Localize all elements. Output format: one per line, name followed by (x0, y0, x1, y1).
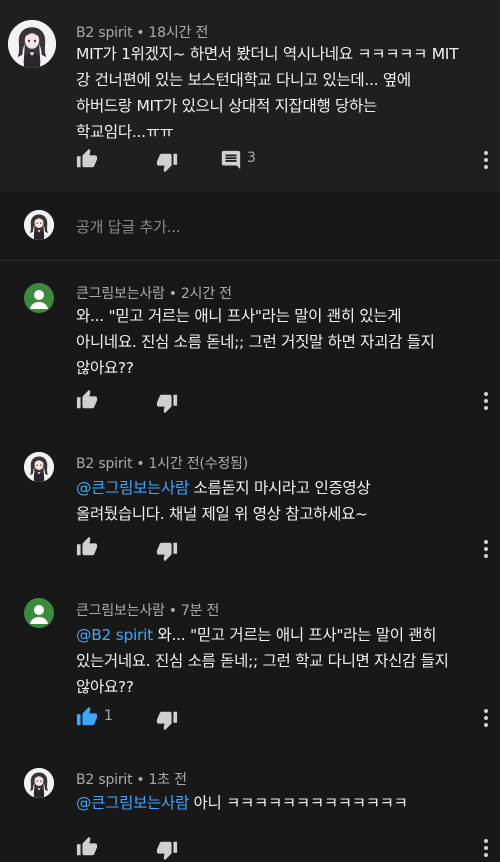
reply-text: @B2 spirit 와... "믿고 거르는 애니 프사"라는 말이 괜히 있… (76, 622, 449, 700)
reply-line: 올려뒀습니다. 채널 제일 위 영상 참고하세요~ (76, 505, 368, 523)
author-name[interactable]: 큰그림보는사람 (76, 603, 165, 619)
comment-text: MIT가 1위겠지~ 하면서 봤더니 역시나네요 ㅋㅋㅋㅋㅋ MIT 강 건너편… (76, 41, 459, 145)
reply-text-rest: 아니 ㅋㅋㅋㅋㅋㅋㅋㅋㅋㅋㅋㅋㅋ (188, 794, 408, 812)
mention-link[interactable]: @B2 spirit (76, 626, 153, 644)
parent-comment: B2 spirit • 18시간 전 MIT가 1위겠지~ 하면서 봤더니 역시나네… (0, 0, 500, 192)
reply-line: @큰그림보는사람 소름돋지 마시라고 인증영상 (76, 475, 371, 501)
avatar-image (24, 768, 54, 798)
separator: • (136, 772, 145, 788)
avatar-image (8, 20, 56, 68)
reply-meta: 큰그림보는사람 • 7분 전 (76, 600, 219, 620)
user-silhouette-icon (30, 605, 48, 624)
author-name[interactable]: 큰그림보는사람 (76, 286, 165, 302)
thumb-up-icon[interactable] (76, 706, 98, 728)
reply-line: @B2 spirit 와... "믿고 거르는 애니 프사"라는 말이 괜히 (76, 622, 449, 648)
reply-text: @큰그림보는사람 아니 ㅋㅋㅋㅋㅋㅋㅋㅋㅋㅋㅋㅋㅋ (76, 790, 408, 816)
thumb-up-icon[interactable] (76, 536, 98, 558)
more-vert-icon[interactable] (484, 709, 488, 727)
comment-icon[interactable] (220, 149, 242, 171)
reply-text: 와... "믿고 거르는 애니 프사"라는 말이 괜히 있는게 아니네요. 진심… (76, 303, 435, 381)
comment-meta: B2 spirit • 18시간 전 (76, 22, 208, 42)
reply-line: 않아요?? (76, 359, 134, 377)
avatar[interactable] (24, 598, 54, 628)
reply-meta: B2 spirit • 1초 전 (76, 769, 187, 789)
timestamp: 1시간 전(수정됨) (148, 456, 248, 472)
thumb-up-icon[interactable] (76, 389, 98, 411)
avatar[interactable] (24, 768, 54, 798)
avatar[interactable] (24, 283, 54, 313)
user-silhouette-icon (30, 290, 48, 309)
avatar (24, 210, 54, 240)
comment-line: 강 건너편에 있는 보스턴대학교 다니고 있는데... 옆에 (76, 71, 411, 89)
mention-link[interactable]: @큰그림보는사람 (76, 794, 189, 812)
avatar[interactable] (24, 452, 54, 482)
timestamp: 2시간 전 (180, 286, 232, 302)
more-vert-icon[interactable] (484, 392, 488, 410)
mention-link[interactable]: @큰그림보는사람 (76, 479, 189, 497)
reply-text: @큰그림보는사람 소름돋지 마시라고 인증영상 올려뒀습니다. 채널 제일 위 … (76, 475, 371, 527)
comment-line: MIT가 1위겠지~ 하면서 봤더니 역시나네요 ㅋㅋㅋㅋㅋ MIT (76, 45, 459, 63)
reply-line: 있는거네요. 진심 소름 돋네;; 그런 학교 다니면 자신감 들지 (76, 652, 449, 670)
more-vert-icon[interactable] (484, 540, 488, 558)
more-vert-icon[interactable] (484, 151, 488, 169)
avatar[interactable] (8, 20, 56, 68)
reply-text-rest: 와... "믿고 거르는 애니 프사"라는 말이 괜히 (152, 626, 437, 644)
avatar-image (24, 210, 54, 240)
author-name[interactable]: B2 spirit (76, 456, 133, 472)
thumb-down-icon[interactable] (156, 151, 178, 173)
timestamp: 7분 전 (180, 603, 220, 619)
more-vert-icon[interactable] (484, 839, 488, 857)
reply-text-rest: 소름돋지 마시라고 인증영상 (188, 479, 371, 497)
separator: • (168, 286, 177, 302)
reply-line: @큰그림보는사람 아니 ㅋㅋㅋㅋㅋㅋㅋㅋㅋㅋㅋㅋㅋ (76, 790, 408, 816)
separator: • (136, 25, 145, 41)
comment-line: 하버드랑 MIT가 있으니 상대적 지잡대행 당하는 (76, 97, 377, 115)
reply-line: 않아요?? (76, 678, 134, 696)
thumb-down-icon[interactable] (156, 839, 178, 861)
thumb-up-icon[interactable] (76, 836, 98, 858)
reply-line: 와... "믿고 거르는 애니 프사"라는 말이 괜히 있는게 (76, 307, 402, 325)
reply-meta: B2 spirit • 1시간 전(수정됨) (76, 453, 248, 473)
reply-count: 3 (247, 150, 256, 166)
separator: • (168, 603, 177, 619)
timestamp: 18시간 전 (148, 25, 209, 41)
avatar-image (24, 452, 54, 482)
author-name[interactable]: B2 spirit (76, 25, 133, 41)
divider (0, 260, 500, 261)
reply-input[interactable]: 공개 답글 추가... (76, 216, 181, 237)
thumb-down-icon[interactable] (156, 540, 178, 562)
comment-line: 학교임다...ㅠㅠ (76, 123, 174, 141)
reply-meta: 큰그림보는사람 • 2시간 전 (76, 283, 232, 303)
timestamp: 1초 전 (148, 772, 187, 788)
reply-line: 아니네요. 진심 소름 돋네;; 그런 거짓말 하면 자괴감 들지 (76, 333, 435, 351)
author-name[interactable]: B2 spirit (76, 772, 133, 788)
thumb-down-icon[interactable] (156, 392, 178, 414)
thumb-down-icon[interactable] (156, 709, 178, 731)
separator: • (136, 456, 145, 472)
like-count: 1 (104, 708, 113, 724)
thumb-up-icon[interactable] (76, 148, 98, 170)
